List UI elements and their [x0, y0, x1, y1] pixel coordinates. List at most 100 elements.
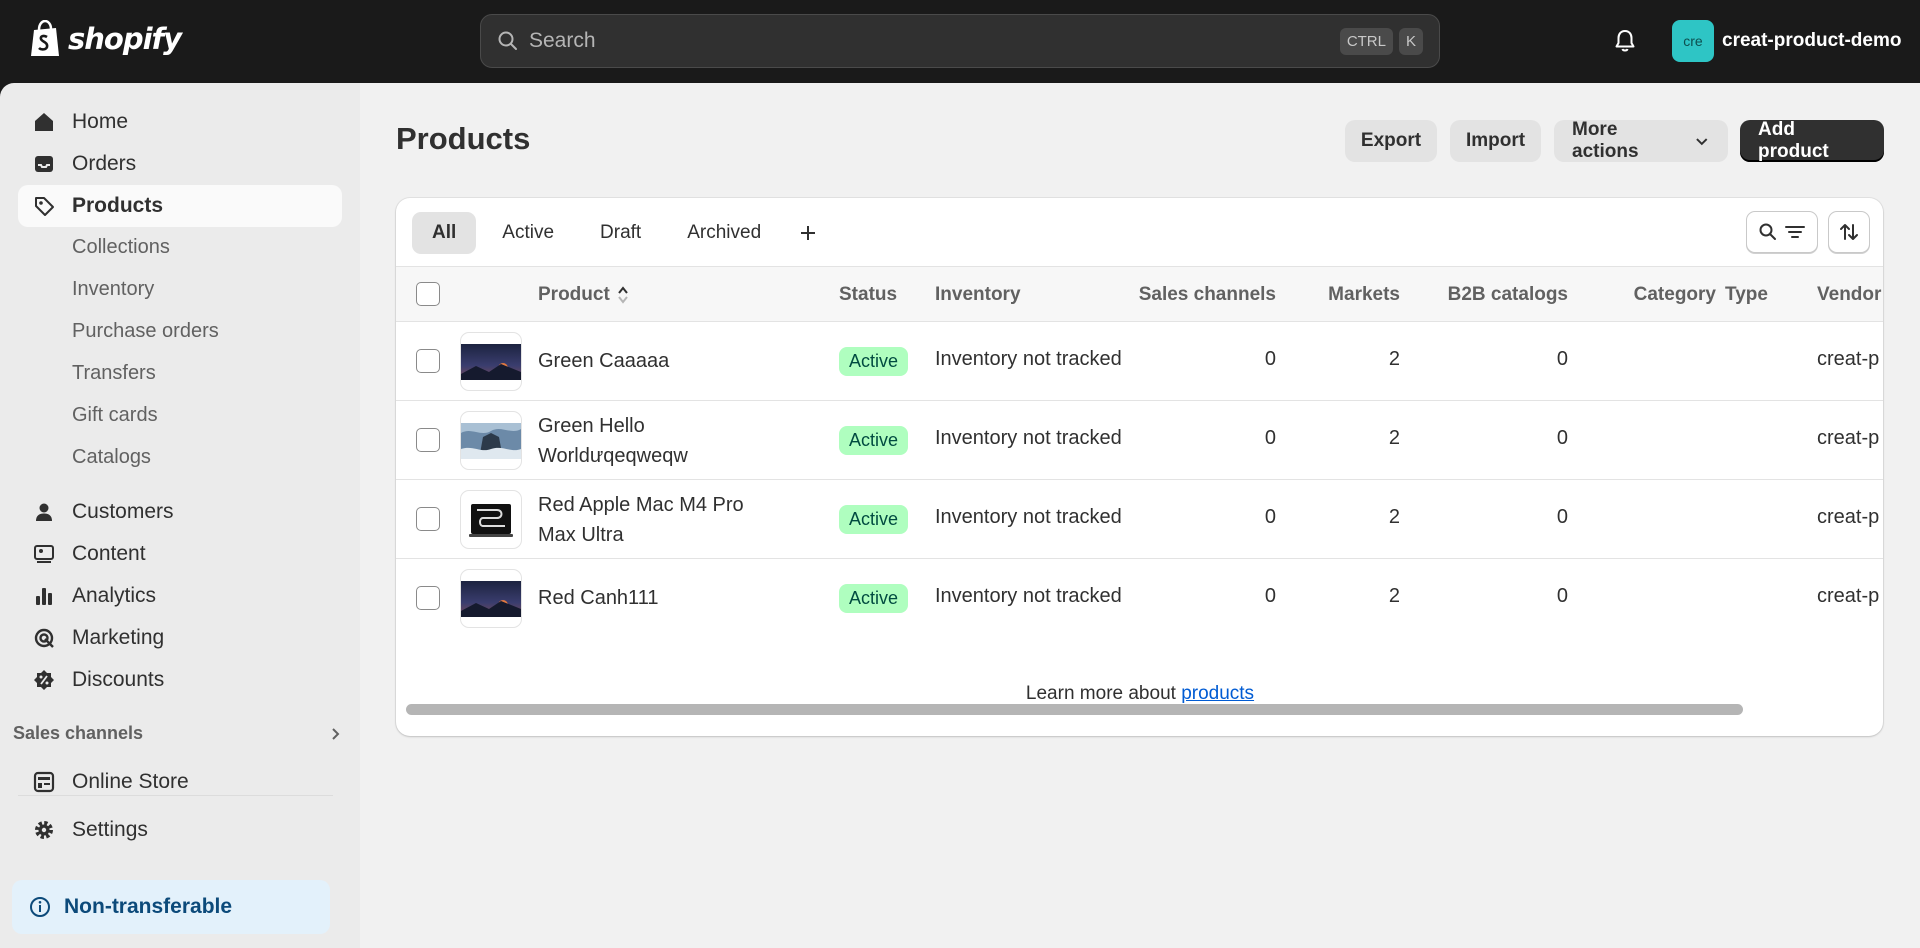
nav-catalogs[interactable]: Catalogs — [72, 439, 151, 475]
row-checkbox[interactable] — [416, 507, 440, 531]
store-switcher[interactable]: cre creat-product-demo — [1672, 20, 1901, 62]
nav-home-label: Home — [72, 110, 129, 133]
vendor-cell: creat-p — [1817, 506, 1880, 528]
store-icon — [32, 770, 56, 794]
table-row[interactable]: Red Apple Mac M4 Pro Max Ultra Active In… — [396, 480, 1883, 559]
more-actions-button[interactable]: More actions — [1554, 119, 1728, 162]
product-name[interactable]: Red Canh111 — [538, 583, 768, 613]
nav-analytics[interactable]: Analytics — [18, 575, 342, 617]
sales-channels-cell: 0 — [1264, 585, 1276, 607]
tab-draft[interactable]: Draft — [580, 212, 661, 254]
row-checkbox[interactable] — [416, 349, 440, 373]
sales-channels-heading[interactable]: Sales channels — [13, 723, 343, 744]
nav-online-store[interactable]: Online Store — [18, 761, 342, 803]
target-icon — [32, 626, 56, 650]
table-row[interactable]: Red Canh111 Active Inventory not tracked… — [396, 559, 1883, 638]
inventory-cell: Inventory not tracked — [935, 585, 1122, 607]
filter-icon — [1785, 226, 1805, 238]
nav-products[interactable]: Products — [18, 185, 342, 227]
vendor-cell: creat-p — [1817, 427, 1880, 449]
product-image — [461, 580, 521, 617]
non-transferable-label: Non-transferable — [64, 895, 233, 918]
store-name: creat-product-demo — [1722, 30, 1902, 51]
nav-customers-label: Customers — [72, 500, 174, 523]
column-type: Type — [1725, 284, 1768, 305]
sales-channels-cell: 0 — [1264, 506, 1276, 528]
sort-button[interactable] — [1828, 211, 1870, 253]
nav-collections[interactable]: Collections — [72, 229, 170, 265]
b2b-cell: 0 — [1556, 506, 1568, 528]
product-name[interactable]: Red Apple Mac M4 Pro Max Ultra — [538, 490, 768, 550]
product-name[interactable]: Green Hello Worldưqeqweqw — [538, 411, 768, 471]
tab-all[interactable]: All — [412, 212, 477, 254]
nav-inventory[interactable]: Inventory — [72, 271, 154, 307]
search-icon — [1759, 223, 1776, 240]
search-filter-button[interactable] — [1746, 211, 1818, 253]
info-icon — [30, 897, 50, 917]
select-all-checkbox[interactable] — [416, 282, 440, 306]
products-help-link[interactable]: products — [1181, 683, 1254, 704]
chevron-right-icon — [332, 727, 340, 740]
nav-online-store-label: Online Store — [72, 770, 189, 793]
column-b2b-catalogs: B2B catalogs — [1447, 284, 1568, 305]
plus-icon — [801, 226, 816, 240]
learn-more-text: Learn more about — [1025, 683, 1182, 704]
search-bar[interactable]: Search CTRL K — [480, 14, 1440, 68]
add-product-button[interactable]: Add product — [1740, 119, 1884, 162]
tab-archived[interactable]: Archived — [667, 212, 781, 254]
nav-settings[interactable]: Settings — [18, 809, 342, 851]
home-icon — [32, 110, 56, 134]
learn-more: Learn more about products — [360, 683, 1920, 705]
main-content: Products Export Import More actions Add … — [360, 83, 1920, 948]
page-title: Products — [396, 121, 531, 156]
top-bar: shopify Search CTRL K cre creat-product-… — [0, 0, 1920, 83]
table-header: Product Status Inventory Sales channels … — [396, 266, 1883, 322]
column-product[interactable]: Product — [538, 284, 630, 306]
product-name[interactable]: Green Caaaaa — [538, 346, 768, 376]
row-checkbox[interactable] — [416, 586, 440, 610]
row-checkbox[interactable] — [416, 428, 440, 452]
sidebar: Home Orders Products Collections Invento… — [0, 83, 360, 948]
discount-icon — [32, 668, 56, 692]
status-badge: Active — [839, 505, 909, 534]
horizontal-scrollbar[interactable] — [406, 704, 1743, 715]
nav-customers[interactable]: Customers — [18, 491, 342, 533]
nav-home[interactable]: Home — [18, 101, 342, 143]
inventory-cell: Inventory not tracked — [935, 506, 1122, 528]
product-name-line-1: Red Apple Mac M4 Pro — [538, 494, 744, 516]
nav-marketing[interactable]: Marketing — [18, 617, 342, 659]
shortcut-key-ctrl: CTRL — [1339, 27, 1393, 55]
search-icon — [498, 31, 517, 50]
markets-cell: 2 — [1388, 585, 1400, 607]
more-actions-label: More actions — [1572, 119, 1639, 162]
search-placeholder: Search — [529, 29, 596, 52]
nav-content[interactable]: Content — [18, 533, 342, 575]
person-icon — [32, 500, 56, 524]
content-icon — [32, 542, 56, 566]
nav-purchase-orders[interactable]: Purchase orders — [72, 313, 219, 349]
tab-active[interactable]: Active — [482, 212, 574, 254]
inventory-cell: Inventory not tracked — [935, 427, 1122, 449]
shopify-logo[interactable]: shopify — [28, 20, 182, 58]
table-row[interactable]: Green Hello Worldưqeqweqw Active Invento… — [396, 401, 1883, 480]
product-thumbnail — [460, 411, 522, 470]
bell-icon[interactable] — [1612, 28, 1638, 54]
b2b-cell: 0 — [1556, 427, 1568, 449]
column-inventory: Inventory — [935, 284, 1021, 305]
sort-arrows-icon — [618, 286, 628, 304]
column-category: Category — [1633, 284, 1716, 305]
nav-products-label: Products — [72, 194, 164, 217]
export-button[interactable]: Export — [1345, 120, 1437, 162]
nav-transfers[interactable]: Transfers — [72, 355, 156, 391]
nav-discounts[interactable]: Discounts — [18, 659, 342, 701]
non-transferable-badge[interactable]: Non-transferable — [12, 880, 330, 934]
status-badge: Active — [839, 347, 909, 376]
import-button[interactable]: Import — [1450, 120, 1541, 162]
store-avatar: cre — [1672, 20, 1714, 62]
nav-gift-cards[interactable]: Gift cards — [72, 397, 158, 433]
product-image — [461, 343, 521, 380]
add-view-button[interactable] — [787, 212, 829, 254]
nav-orders[interactable]: Orders — [18, 143, 342, 185]
table-row[interactable]: Green Caaaaa Active Inventory not tracke… — [396, 322, 1883, 401]
status-badge: Active — [839, 426, 909, 455]
